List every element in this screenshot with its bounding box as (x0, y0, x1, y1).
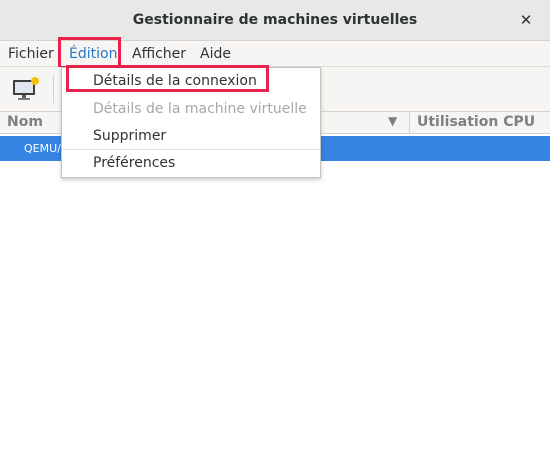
sort-dropdown-icon[interactable]: ▼ (388, 114, 397, 128)
edit-menu-dropdown: Détails de la connexion Détails de la ma… (61, 67, 321, 178)
window-title: Gestionnaire de machines virtuelles (132, 12, 418, 28)
toolbar-separator (53, 75, 54, 103)
window-titlebar: Gestionnaire de machines virtuelles ✕ (0, 0, 550, 41)
menu-item-preferences[interactable]: Préférences (93, 155, 175, 171)
close-icon[interactable]: ✕ (516, 10, 536, 30)
computer-new-icon (13, 77, 39, 100)
menu-item-delete[interactable]: Supprimer (93, 128, 166, 144)
menubar: Fichier Édition Afficher Aide (0, 41, 550, 67)
menu-edition[interactable]: Édition (69, 46, 117, 62)
vm-list: QEMU/ (0, 134, 550, 455)
menu-item-connection-details[interactable]: Détails de la connexion (93, 73, 257, 89)
menu-afficher[interactable]: Afficher (132, 46, 186, 62)
menu-item-vm-details: Détails de la machine virtuelle (93, 101, 307, 117)
menu-fichier[interactable]: Fichier (8, 46, 54, 62)
menu-separator (63, 149, 321, 150)
menu-aide[interactable]: Aide (200, 46, 231, 62)
column-separator (409, 112, 410, 133)
column-header-cpu[interactable]: Utilisation CPU (417, 114, 535, 130)
new-vm-button[interactable] (8, 75, 44, 103)
connection-label: QEMU/ (24, 142, 61, 155)
column-header-name[interactable]: Nom (7, 114, 43, 130)
